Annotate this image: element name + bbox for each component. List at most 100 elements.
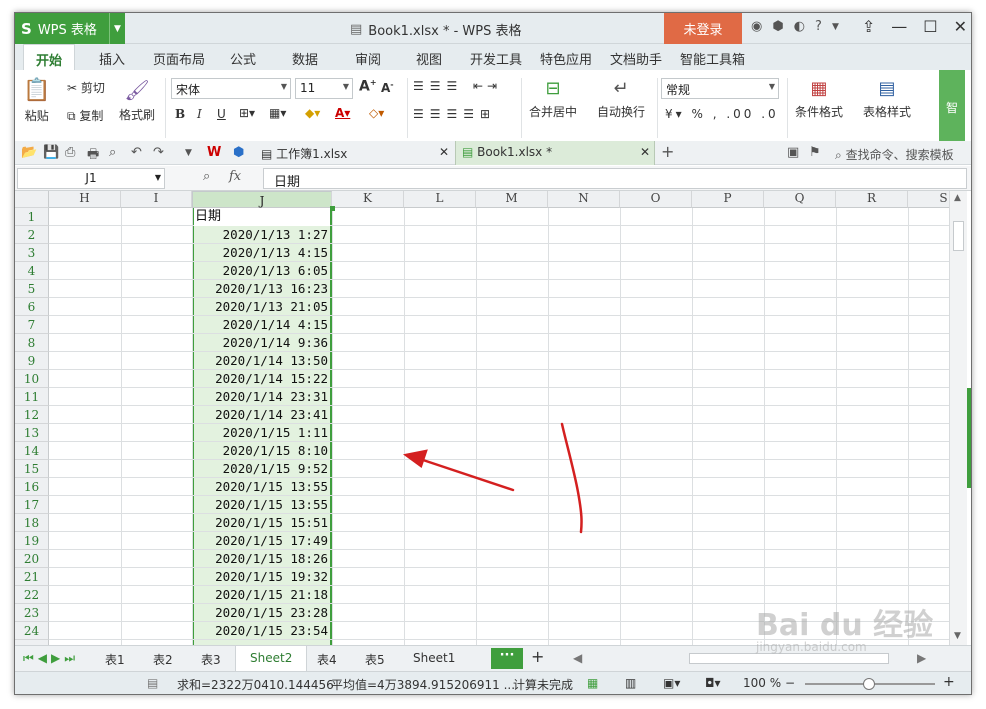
column-header[interactable]: P bbox=[692, 191, 764, 208]
column-header[interactable]: L bbox=[404, 191, 476, 208]
normal-view-icon[interactable]: ▦ bbox=[587, 676, 598, 690]
font-color-icon[interactable]: A▾ bbox=[335, 106, 350, 120]
zoom-search-icon[interactable]: ⌕ bbox=[203, 169, 210, 184]
paste-button[interactable]: 📋 粘贴 bbox=[23, 78, 50, 124]
fill-handle[interactable] bbox=[330, 206, 335, 211]
row-header[interactable]: 22 bbox=[15, 586, 49, 604]
tab-doc-assistant[interactable]: 文档助手 bbox=[610, 49, 662, 68]
tab-home[interactable]: 开始 bbox=[23, 44, 76, 71]
tab-developer[interactable]: 开发工具 bbox=[470, 49, 522, 68]
tab-page-layout[interactable]: 页面布局 bbox=[153, 49, 205, 68]
row-header[interactable]: 7 bbox=[15, 316, 49, 334]
row-header[interactable]: 15 bbox=[15, 460, 49, 478]
eye-protect-icon[interactable]: ◘▾ bbox=[705, 676, 721, 690]
zoom-level[interactable]: 100 % bbox=[743, 676, 781, 690]
sheet-tab-3[interactable]: 表3 bbox=[201, 651, 221, 668]
close-icon[interactable]: ✕ bbox=[954, 17, 967, 36]
row-header[interactable]: 3 bbox=[15, 244, 49, 262]
page-break-view-icon[interactable]: ▥ bbox=[625, 676, 636, 690]
undo-icon[interactable]: ↶ bbox=[131, 145, 142, 160]
cell-j-date[interactable]: 2020/1/14 4:15 bbox=[194, 316, 330, 334]
row-header[interactable]: 14 bbox=[15, 442, 49, 460]
row-header[interactable]: 13 bbox=[15, 424, 49, 442]
chevron-down-icon[interactable]: ▼ bbox=[185, 148, 192, 158]
row-header[interactable]: 5 bbox=[15, 280, 49, 298]
column-header[interactable]: O bbox=[620, 191, 692, 208]
cell-style-icon[interactable]: ▦▾ bbox=[269, 106, 286, 120]
add-sheet-icon[interactable]: + bbox=[531, 647, 544, 666]
more-sheets-button[interactable]: ··· bbox=[491, 648, 523, 669]
row-header[interactable]: 23 bbox=[15, 604, 49, 622]
cell-j-date[interactable]: 2020/1/15 19:32 bbox=[194, 568, 330, 586]
row-header[interactable]: 20 bbox=[15, 550, 49, 568]
tab-view[interactable]: 视图 bbox=[416, 49, 442, 68]
feedback-icon[interactable]: ◐ bbox=[794, 19, 805, 34]
print-preview-icon[interactable]: ⌕ bbox=[109, 145, 116, 160]
maximize-icon[interactable]: ☐ bbox=[923, 17, 937, 36]
cell-j-date[interactable]: 2020/1/13 4:15 bbox=[194, 244, 330, 262]
chevron-down-icon[interactable]: ▼ bbox=[832, 22, 839, 34]
cube-icon[interactable]: ⬢ bbox=[772, 19, 783, 34]
vertical-scrollbar[interactable]: ▲ ▼ bbox=[949, 191, 967, 645]
decrease-font-icon[interactable]: A- bbox=[381, 80, 394, 95]
cell-j-date[interactable]: 2020/1/15 23:28 bbox=[194, 604, 330, 622]
cell-j-date[interactable]: 2020/1/15 1:11 bbox=[194, 424, 330, 442]
tab-review[interactable]: 审阅 bbox=[355, 49, 381, 68]
row-header[interactable]: 24 bbox=[15, 622, 49, 640]
row-header[interactable]: 10 bbox=[15, 370, 49, 388]
vertical-align-icons[interactable]: ☰☰☰ bbox=[413, 79, 463, 93]
skin-icon[interactable]: ◉ bbox=[751, 19, 762, 34]
scroll-down-icon[interactable]: ▼ bbox=[954, 631, 961, 641]
tab-insert[interactable]: 插入 bbox=[99, 49, 125, 68]
indent-icons[interactable]: ⇤⇥ bbox=[473, 79, 501, 93]
increase-font-icon[interactable]: A+ bbox=[359, 78, 377, 95]
row-header[interactable]: 4 bbox=[15, 262, 49, 280]
cell-j-date[interactable]: 2020/1/15 15:51 bbox=[194, 514, 330, 532]
row-header[interactable]: 18 bbox=[15, 514, 49, 532]
zoom-slider-thumb[interactable] bbox=[863, 678, 875, 690]
cell-j-date[interactable]: 2020/1/14 13:50 bbox=[194, 352, 330, 370]
fill-color-icon[interactable]: ◆▾ bbox=[305, 106, 320, 120]
scroll-thumb[interactable] bbox=[953, 221, 964, 251]
horizontal-align-icons[interactable]: ☰☰☰☰⊞ bbox=[413, 107, 496, 121]
row-header[interactable]: 11 bbox=[15, 388, 49, 406]
save-icon[interactable]: 💾 bbox=[43, 145, 59, 160]
tab-formulas[interactable]: 公式 bbox=[230, 49, 256, 68]
sheet-tab-2[interactable]: 表2 bbox=[153, 651, 173, 668]
app-menu-button[interactable]: S WPS 表格 ▼ bbox=[15, 13, 125, 44]
function-icon[interactable]: fx bbox=[229, 169, 241, 184]
sheet-tab-1[interactable]: 表1 bbox=[105, 651, 125, 668]
sheet-nav-icons[interactable]: ⏮◀▶⏭ bbox=[23, 651, 79, 666]
column-header[interactable]: J bbox=[192, 191, 332, 208]
column-header[interactable]: H bbox=[49, 191, 121, 208]
chevron-down-icon[interactable]: ▼ bbox=[109, 13, 125, 44]
clear-format-icon[interactable]: ◇▾ bbox=[369, 106, 384, 120]
row-header[interactable]: 6 bbox=[15, 298, 49, 316]
cell-j-date[interactable]: 2020/1/14 23:41 bbox=[194, 406, 330, 424]
sheet-tab-5[interactable]: 表5 bbox=[365, 651, 385, 668]
cell-j-date[interactable]: 2020/1/15 13:55 bbox=[194, 478, 330, 496]
name-box[interactable]: J1 ▼ bbox=[17, 168, 165, 189]
column-header[interactable]: N bbox=[548, 191, 620, 208]
format-painter-button[interactable]: 🖌 格式刷 bbox=[119, 78, 155, 123]
italic-icon[interactable]: I bbox=[197, 107, 202, 121]
close-icon[interactable]: ✕ bbox=[640, 145, 650, 159]
row-header[interactable]: 2 bbox=[15, 226, 49, 244]
select-all-corner[interactable] bbox=[15, 191, 49, 208]
smart-panel-button[interactable]: 智 bbox=[939, 70, 965, 144]
upload-icon[interactable]: ⇪ bbox=[862, 17, 875, 36]
row-header[interactable]: 19 bbox=[15, 532, 49, 550]
tab-smart-toolbox[interactable]: 智能工具箱 bbox=[680, 49, 745, 68]
page-layout-view-icon[interactable]: ▣▾ bbox=[663, 676, 680, 690]
sheet-tab-sheet2[interactable]: Sheet2 bbox=[235, 646, 308, 671]
row-header[interactable]: 17 bbox=[15, 496, 49, 514]
cell-j-date[interactable]: 2020/1/15 21:18 bbox=[194, 586, 330, 604]
cell-j-date[interactable]: 2020/1/14 23:31 bbox=[194, 388, 330, 406]
row-header[interactable]: 16 bbox=[15, 478, 49, 496]
row-header[interactable]: 21 bbox=[15, 568, 49, 586]
cell-j-date[interactable]: 2020/1/15 23:54 bbox=[194, 622, 330, 640]
tab-data[interactable]: 数据 bbox=[292, 49, 318, 68]
sheet-tab-4[interactable]: 表4 bbox=[317, 651, 337, 668]
sheet-tab-sheet1[interactable]: Sheet1 bbox=[413, 651, 455, 665]
scroll-up-icon[interactable]: ▲ bbox=[954, 193, 961, 203]
